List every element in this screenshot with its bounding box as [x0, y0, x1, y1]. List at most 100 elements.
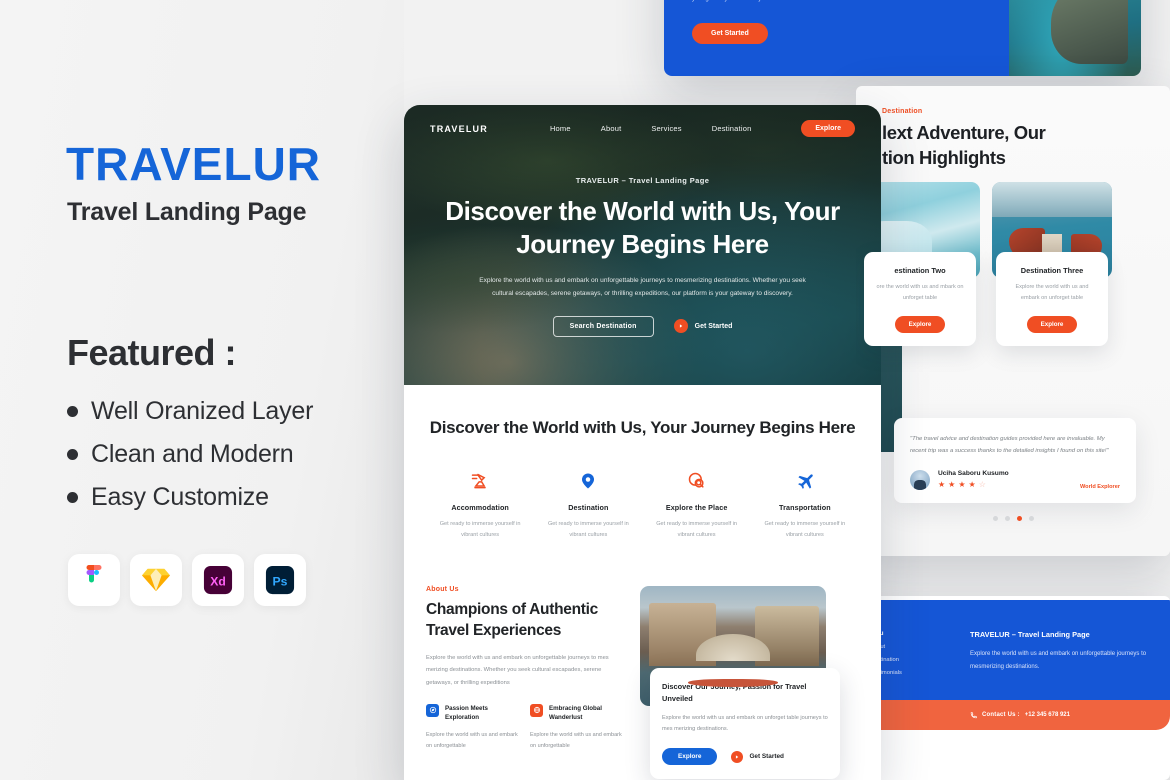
bridge-shape [695, 634, 771, 661]
nav-link-about[interactable]: About [601, 124, 622, 133]
explore-button[interactable]: Explore [801, 120, 855, 137]
play-icon [731, 750, 744, 763]
contact-label: Contact Us : [982, 712, 1020, 718]
nav-links: Home About Services Destination [550, 124, 752, 133]
featured-list: Well Oranized Layer Clean and Modern Eas… [67, 397, 313, 526]
hero-title: Discover the World with Us, Your Journey… [445, 196, 840, 260]
hero-section: TRAVELUR Home About Services Destination… [404, 105, 881, 385]
footer-menu-title: lenu [870, 630, 962, 637]
about-right-column: Discover Our Journey, Passion for Travel… [640, 586, 840, 780]
destination-pin-icon [542, 469, 634, 493]
featured-item-label: Clean and Modern [91, 440, 294, 468]
bullet-icon [67, 406, 78, 417]
feature-item: Explore the Place Get ready to immerse y… [643, 469, 751, 540]
feature-item: Accommodation Get ready to immerse yours… [426, 469, 534, 540]
hero-description: destinations. Whether you seek cultural … [692, 0, 979, 5]
bullet-icon [67, 449, 78, 460]
destination-header: Destination lext Adventure, Our tion Hig… [856, 86, 1170, 170]
get-started-play-button[interactable]: Get Started [673, 319, 733, 334]
about-left-column: About Us Champions of Authentic Travel E… [426, 586, 622, 752]
search-destination-button[interactable]: Search Destination [552, 315, 654, 337]
play-icon [673, 319, 688, 334]
feature-title: Transportation [779, 503, 831, 513]
get-started-label: Get Started [694, 322, 733, 330]
testimonial-author-name: Uciha Saboru Kusumo [938, 470, 1009, 478]
feature-desc: Get ready to immerse yourself in vibrant… [764, 521, 846, 538]
list-item: Clean and Modern [67, 440, 313, 469]
mini-feature-desc: Explore the world with us and embark on … [426, 732, 518, 750]
contact-phone[interactable]: +12 345 678 921 [1025, 712, 1070, 718]
promo-panel: TRAVELUR Travel Landing Page Featured : … [0, 0, 404, 780]
footer-menu-item[interactable]: About [870, 644, 962, 650]
featured-heading: Featured : [67, 332, 237, 373]
featured-item-label: Well Oranized Layer [91, 397, 314, 425]
star-icon: ★ [958, 480, 966, 490]
nav-link-destination[interactable]: Destination [712, 124, 752, 133]
svg-text:Xd: Xd [210, 575, 226, 589]
carousel-dot[interactable] [992, 516, 998, 521]
testimonial-card: "The travel advice and destination guide… [894, 418, 1136, 503]
mini-feature: Embracing Global Wanderlust Explore the … [530, 703, 622, 753]
about-section: About Us Champions of Authentic Travel E… [404, 540, 881, 780]
explore-search-icon [651, 469, 743, 493]
promo-brand-title: TRAVELUR [66, 138, 322, 190]
phone-icon [970, 711, 977, 718]
bullet-icon [67, 492, 78, 503]
explore-button[interactable]: Explore [662, 748, 718, 766]
overlay-card-desc: Explore the world with us and embark on … [662, 715, 828, 733]
adobe-xd-icon-tile: Xd [192, 554, 244, 606]
mini-feature-title: Passion Meets Exploration [445, 704, 488, 722]
carousel-dot[interactable] [1004, 516, 1010, 521]
footer-title: TRAVELUR – Travel Landing Page [970, 630, 1090, 639]
svg-text:Ps: Ps [273, 575, 288, 589]
feature-desc: Get ready to immerse yourself in vibrant… [547, 521, 629, 538]
compass-icon [426, 703, 439, 717]
navbar: TRAVELUR Home About Services Destination… [404, 105, 881, 137]
list-item: Easy Customize [67, 483, 313, 512]
rating-stars: ★ ★ ★ ★ ☆ [938, 481, 1009, 489]
feature-item: Transportation Get ready to immerse your… [751, 469, 859, 540]
testimonial-quote: "The travel advice and destination guide… [910, 436, 1109, 455]
features-section: Discover the World with Us, Your Journey… [404, 385, 881, 540]
feature-desc: Get ready to immerse yourself in vibrant… [439, 521, 521, 538]
mockup-top-right: destinations. Whether you seek cultural … [664, 0, 1141, 76]
destination-card[interactable]: Destination Three Explore the world with… [992, 182, 1112, 346]
explore-button[interactable]: Explore [1026, 315, 1078, 333]
star-icon: ★ [938, 480, 946, 490]
overlay-card-actions: Explore Get Started [662, 748, 828, 766]
accommodation-icon [434, 469, 526, 493]
sketch-icon-tile [130, 554, 182, 606]
carousel-dot[interactable] [1028, 516, 1034, 521]
feature-item: Destination Get ready to immerse yoursel… [534, 469, 642, 540]
about-description: Explore the world with us and embark on … [426, 655, 609, 686]
photoshop-icon: Ps [265, 565, 295, 595]
hero-photo [1009, 0, 1141, 76]
star-icon: ★ [968, 480, 976, 490]
avatar [910, 469, 930, 490]
feature-title: Accommodation [451, 503, 509, 513]
carousel-dot-active[interactable] [1016, 516, 1022, 521]
nav-link-services[interactable]: Services [651, 124, 681, 133]
destination-card-title: Destination Three [1020, 266, 1084, 276]
feature-title: Explore the Place [665, 503, 728, 513]
footer-menu: lenu About Destination Testimonials [870, 630, 962, 676]
airplane-icon [759, 469, 851, 493]
destination-card-body: Destination Three Explore the world with… [996, 252, 1108, 346]
photoshop-icon-tile: Ps [254, 554, 306, 606]
footer-description: Explore the world with us and embark on … [970, 651, 1147, 670]
get-started-play-button[interactable]: Get Started [731, 750, 784, 763]
nav-link-home[interactable]: Home [550, 124, 571, 133]
explore-button[interactable]: Explore [894, 315, 946, 333]
destination-cards: estination Two ore the world with us and… [856, 182, 1170, 362]
get-started-button[interactable]: Get Started [692, 23, 768, 45]
blue-hero-panel: destinations. Whether you seek cultural … [664, 0, 1009, 76]
hero-description: Explore the world with us and embark on … [479, 276, 806, 297]
footer-menu-item[interactable]: Destination [870, 657, 962, 663]
footer-menu-item[interactable]: Testimonials [870, 670, 962, 676]
sketch-icon [142, 568, 170, 592]
globe-icon [530, 703, 543, 717]
figma-icon-tile [68, 554, 120, 606]
nav-logo[interactable]: TRAVELUR [430, 124, 488, 134]
mockup-footer: lenu About Destination Testimonials TRAV… [856, 596, 1170, 780]
destination-card-title: estination Two [894, 266, 946, 276]
